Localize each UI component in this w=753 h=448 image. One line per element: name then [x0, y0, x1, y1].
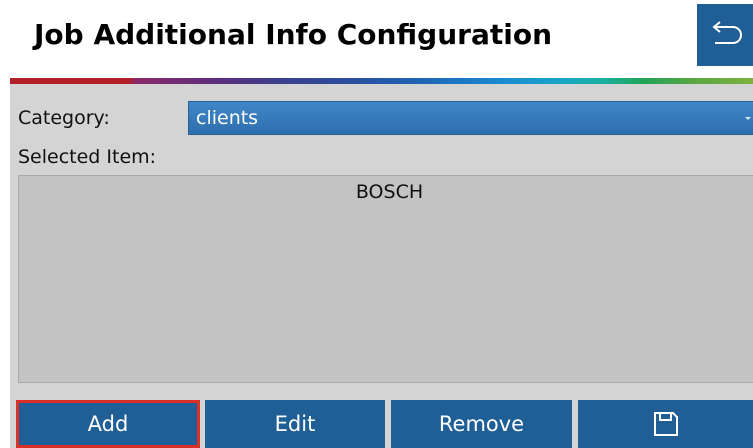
save-button[interactable] — [578, 400, 753, 448]
category-select[interactable]: clients — [188, 101, 753, 135]
header-bar: Job Additional Info Configuration — [0, 0, 753, 78]
selected-item-label: Selected Item: — [18, 146, 157, 168]
list-item[interactable]: BOSCH — [19, 181, 753, 203]
back-arrow-icon — [712, 21, 742, 44]
chevron-down-icon — [745, 117, 751, 120]
page-title: Job Additional Info Configuration — [34, 18, 553, 51]
remove-button-label: Remove — [438, 412, 525, 436]
item-list[interactable]: BOSCH — [18, 175, 753, 383]
category-label: Category: — [18, 107, 110, 129]
edit-button[interactable]: Edit — [205, 400, 385, 448]
save-icon — [653, 412, 678, 436]
edit-button-label: Edit — [274, 412, 316, 436]
add-button-label: Add — [87, 412, 129, 436]
category-value: clients — [196, 107, 259, 129]
remove-button[interactable]: Remove — [391, 400, 572, 448]
add-button[interactable]: Add — [16, 400, 200, 448]
back-button[interactable] — [697, 4, 753, 66]
